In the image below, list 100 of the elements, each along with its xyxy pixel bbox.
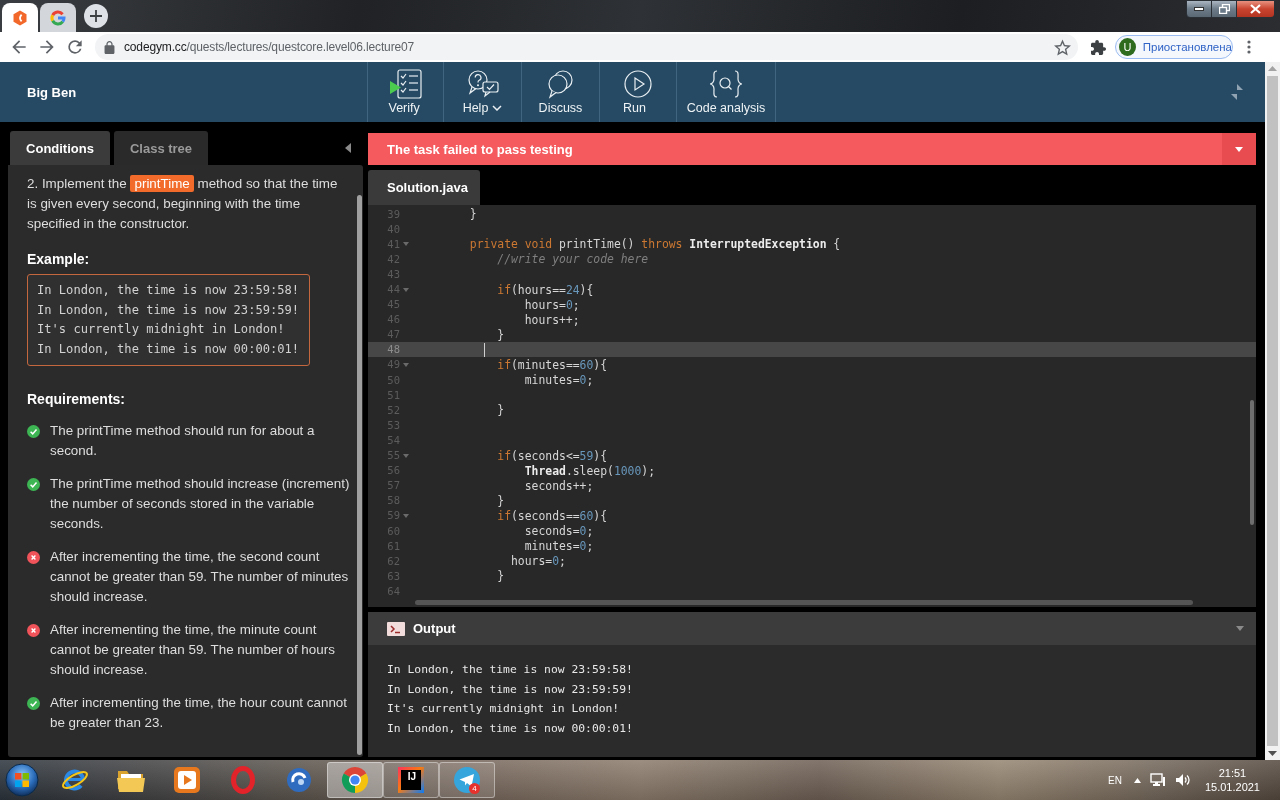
code-line: //write your code here [496,252,649,267]
output-header[interactable]: Output [368,612,1256,645]
url-text: codegym.cc/quests/lectures/questcore.level06.lecture07 [124,40,415,54]
plus-icon [90,10,102,22]
caret-icon [492,105,503,111]
address-field[interactable]: codegym.cc/quests/lectures/questcore.level06.lecture07 [95,34,1078,60]
code-line: hours++; [523,312,580,327]
text-cursor [483,342,485,357]
code-line: } [496,493,505,508]
hexagon-favicon-icon [12,9,28,26]
line-number: 48 [387,343,400,357]
code-line: } [496,403,505,418]
start-orb-icon[interactable] [5,763,39,797]
section-heading: Requirements: [27,390,127,409]
taskbar-button[interactable]: IJ [383,762,439,798]
code-line: minutes=0; [523,373,594,388]
scrollbar-thumb[interactable] [1267,76,1278,746]
minimize-button[interactable] [1186,0,1212,18]
requirement-text: The printTime method should increase (increment) the number of seconds stored in the variable seconds. [50,475,351,534]
result-message: The task failed to pass testing [387,141,573,157]
code-line: } [468,207,477,222]
close-button[interactable] [1237,0,1275,18]
example-line: In London, the time is now 00:00:01! [37,340,300,358]
profile-button[interactable]: U Приостановлена [1115,35,1233,59]
task-description: 2. Implement the printTime method so that the time is given every second, beginning with the time specified in the constructor. [27,174,339,233]
code-line: minutes=0; [523,539,594,554]
output-line: In London, the time is now 23:59:59! [387,680,633,698]
round-logo-icon [341,766,369,794]
code-line: if(hours==24){ [496,282,594,297]
example-line: It's currently midnight in London! [37,321,285,339]
code-line: seconds++; [523,478,594,493]
scrollbar-thumb[interactable] [1250,400,1254,525]
checklist-icon [388,69,423,99]
avatar-initial: U [1119,38,1136,56]
star-icon[interactable] [1054,38,1071,56]
requirement-text: After incrementing the time, the minute count cannot be greater than 59. The number of hours should increase. [50,621,336,680]
page-scrollbar[interactable] [1265,62,1280,760]
code-line: if(seconds<=59){ [496,448,608,463]
restore-icon [1218,4,1230,14]
language-indicator[interactable]: EN [1108,774,1122,786]
panel-tab[interactable]: Class tree [114,131,208,165]
code-line: } [496,569,505,584]
network-icon[interactable] [1149,773,1166,787]
code-line: hours=0; [510,554,566,569]
fold-arrow-icon[interactable] [403,242,409,247]
puzzle-icon[interactable] [1091,39,1106,55]
e-logo-icon [60,766,90,794]
output-title: Output [413,621,456,636]
browser-tab[interactable] [2,3,38,32]
speaker-icon[interactable] [1174,773,1190,787]
code-line: } [496,327,505,342]
fold-arrow-icon[interactable] [403,287,409,292]
caret-icon [1235,146,1243,152]
example-line: In London, the time is now 23:59:58! [37,282,300,299]
output-line: In London, the time is now 00:00:01! [387,719,633,737]
ring-logo-icon [230,766,256,794]
code-line: hours=0; [523,297,580,312]
fold-arrow-icon[interactable] [403,513,409,518]
fold-arrow-icon[interactable] [403,453,409,458]
g-logo-icon [50,9,66,26]
collapse-panel-icon[interactable] [345,143,351,153]
section-heading: Example: [27,250,91,268]
file-tab[interactable]: Solution.java [368,170,480,205]
clock-date[interactable]: 15.01.2021 [1204,780,1260,794]
code-line: if(minutes==60){ [496,358,608,372]
help-bubbles-icon [465,69,500,99]
code-line: Thread.sleep(1000); [523,463,656,478]
lock-icon[interactable] [104,40,115,54]
new-tab-button[interactable] [84,4,108,28]
restore-button[interactable] [1212,0,1237,18]
scroll-down-icon[interactable] [1268,751,1277,756]
output-line: In London, the time is now 23:59:58! [387,661,633,678]
swirl-logo-icon [285,766,313,794]
scrollbar-thumb[interactable] [357,195,362,755]
code-line: seconds=0; [523,524,594,538]
play-circle-icon [623,69,653,99]
browser-tab[interactable] [40,3,76,32]
requirement-text: After incrementing the time, the hour count cannot be greater than 23. [50,694,348,733]
speech-bubbles-icon [545,69,576,99]
reload-icon[interactable] [65,37,85,57]
example-line: In London, the time is now 23:59:59! [37,301,300,319]
task-title: Big Ben [27,84,77,100]
minimize-icon [1194,7,1204,11]
logo-tile: IJ [398,767,424,793]
requirement-text: After incrementing the time, the second count cannot be greater than 59. The number of minutes should increase. [50,548,350,607]
close-icon [1250,4,1261,14]
caret-icon[interactable] [1236,626,1244,631]
fold-arrow-icon[interactable] [403,363,409,367]
code-line: if(seconds==60){ [496,508,608,523]
panel-tab[interactable]: Conditions [10,131,110,165]
braces-magnifier-icon [708,69,744,99]
output-line: It's currently midnight in London! [387,700,620,718]
notification-badge: 4 [469,783,480,794]
code-line: private void printTime() throws InterruptedException { [468,237,841,252]
taskbar-button[interactable]: 4 [439,762,495,798]
scrollbar-thumb[interactable] [415,600,1193,605]
clock-time[interactable]: 21:51 [1218,766,1247,780]
caret-up-icon[interactable] [1133,777,1141,783]
play-tile-icon [173,766,201,794]
more-menu-icon[interactable] [1247,40,1251,54]
